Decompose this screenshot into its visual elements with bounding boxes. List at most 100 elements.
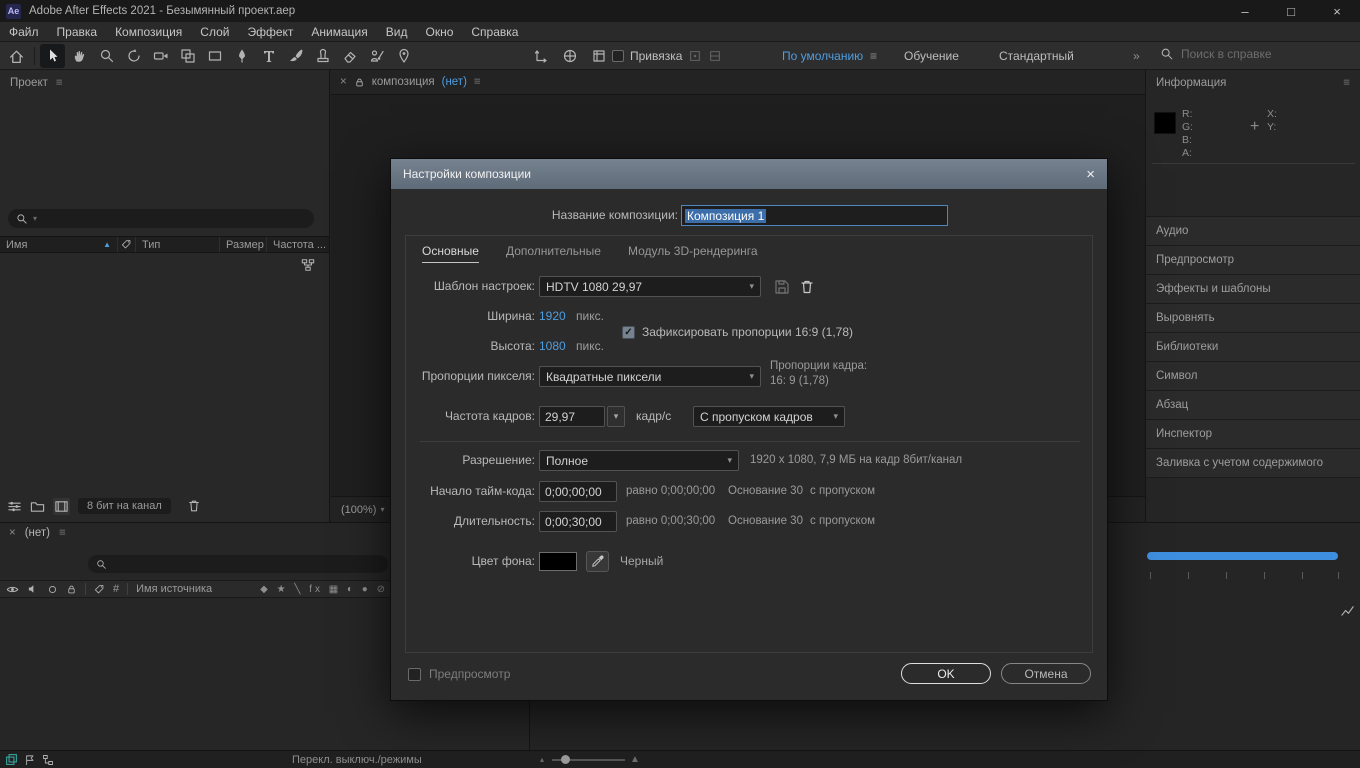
close-button[interactable]: × xyxy=(1314,0,1360,22)
tab-close-icon[interactable]: × xyxy=(9,527,16,539)
cancel-button[interactable]: Отмена xyxy=(1001,663,1091,684)
help-search[interactable]: Поиск в справке xyxy=(1160,47,1272,61)
menu-window[interactable]: Окно xyxy=(416,25,462,39)
clone-stamp-tool[interactable] xyxy=(310,44,335,68)
pixel-aspect-dropdown[interactable]: Квадратные пиксели ▾ xyxy=(539,366,761,387)
pen-tool[interactable] xyxy=(229,44,254,68)
hand-tool[interactable] xyxy=(67,44,92,68)
frame-rate-input[interactable]: 29,97 xyxy=(539,406,605,427)
delete-preset-button[interactable] xyxy=(797,277,817,297)
bg-color-swatch[interactable] xyxy=(539,552,577,571)
workspace-tab-standard[interactable]: Стандартный xyxy=(999,49,1074,63)
flag-status-icon[interactable] xyxy=(24,754,36,766)
eyedropper-button[interactable] xyxy=(586,551,609,572)
project-search-input[interactable]: ▾ xyxy=(8,209,314,228)
menu-composition[interactable]: Композиция xyxy=(106,25,191,39)
column-source-name[interactable]: Имя источника xyxy=(136,583,212,595)
section-effects-presets[interactable]: Эффекты и шаблоны xyxy=(1146,275,1360,304)
section-audio[interactable]: Аудио xyxy=(1146,217,1360,246)
workspace-tab-learn[interactable]: Обучение xyxy=(904,49,959,63)
section-character[interactable]: Символ xyxy=(1146,362,1360,391)
zoom-slider-knob[interactable] xyxy=(561,755,570,764)
new-folder-icon[interactable] xyxy=(30,499,45,514)
frame-rate-dropdown-button[interactable]: ▾ xyxy=(607,406,625,427)
solo-icon[interactable] xyxy=(47,584,58,595)
zoom-out-mountain-icon[interactable]: ▴ xyxy=(540,755,544,764)
timeline-search-input[interactable] xyxy=(88,555,388,573)
column-name[interactable]: Имя ▲ xyxy=(0,237,118,252)
column-type[interactable]: Тип xyxy=(136,237,220,252)
puppet-pin-tool[interactable] xyxy=(391,44,416,68)
home-tool[interactable] xyxy=(4,44,29,68)
project-menu-icon[interactable]: ≡ xyxy=(56,77,63,89)
section-content-aware-fill[interactable]: Заливка с учетом содержимого xyxy=(1146,449,1360,478)
workspace-tab-default[interactable]: По умолчанию xyxy=(782,49,863,63)
tab-advanced[interactable]: Дополнительные xyxy=(506,244,601,263)
column-number[interactable]: # xyxy=(113,583,119,595)
lock-aspect-checkbox[interactable]: ✓ xyxy=(622,325,635,339)
duration-input[interactable]: 0;00;30;00 xyxy=(539,511,617,532)
zoom-in-mountain-icon[interactable]: ▲ xyxy=(630,754,640,765)
local-axis-mode-icon[interactable] xyxy=(528,44,553,68)
ok-button[interactable]: OK xyxy=(901,663,991,684)
project-flowchart-icon[interactable] xyxy=(301,258,315,272)
menu-view[interactable]: Вид xyxy=(377,25,417,39)
minimize-button[interactable]: – xyxy=(1222,0,1268,22)
flowchart-status-icon[interactable] xyxy=(42,754,54,766)
info-menu-icon[interactable]: ≡ xyxy=(1343,77,1350,89)
preview-checkbox[interactable] xyxy=(408,667,421,681)
roto-brush-tool[interactable] xyxy=(364,44,389,68)
pan-behind-tool[interactable] xyxy=(175,44,200,68)
start-timecode-input[interactable]: 0;00;00;00 xyxy=(539,481,617,502)
bit-depth-well[interactable]: 8 бит на канал xyxy=(78,498,171,514)
tab-close-icon[interactable]: × xyxy=(340,76,347,88)
section-paragraph[interactable]: Абзац xyxy=(1146,391,1360,420)
menu-file[interactable]: Файл xyxy=(0,25,48,39)
menu-help[interactable]: Справка xyxy=(462,25,527,39)
workspace-overflow-icon[interactable]: » xyxy=(1133,49,1140,63)
layers-status-icon[interactable] xyxy=(5,753,18,766)
snap-guides-icon[interactable] xyxy=(708,49,722,63)
column-framerate[interactable]: Частота ... xyxy=(267,237,329,252)
dialog-titlebar[interactable]: Настройки композиции × xyxy=(391,159,1107,189)
viewer-menu-icon[interactable]: ≡ xyxy=(474,76,481,88)
lock-icon[interactable] xyxy=(66,584,77,595)
resolution-dropdown[interactable]: Полное ▾ xyxy=(539,450,739,471)
column-label-color[interactable] xyxy=(118,237,136,252)
save-preset-button[interactable] xyxy=(772,277,792,297)
shape-tool[interactable] xyxy=(202,44,227,68)
eye-icon[interactable] xyxy=(6,583,19,596)
menu-effect[interactable]: Эффект xyxy=(238,25,302,39)
section-libraries[interactable]: Библиотеки xyxy=(1146,333,1360,362)
tab-3d-renderer[interactable]: Модуль 3D-рендеринга xyxy=(628,244,758,263)
drop-frame-dropdown[interactable]: С пропуском кадров ▾ xyxy=(693,406,845,427)
zoom-level-dropdown[interactable]: (100%) xyxy=(341,504,376,516)
preset-dropdown[interactable]: HDTV 1080 29,97 ▾ xyxy=(539,276,761,297)
menu-edit[interactable]: Правка xyxy=(48,25,107,39)
composition-name-input[interactable]: Композиция 1 xyxy=(681,205,948,226)
type-tool[interactable] xyxy=(256,44,281,68)
snap-checkbox[interactable] xyxy=(612,50,624,62)
workspace-menu-icon[interactable]: ≡ xyxy=(870,49,877,63)
camera-tool[interactable] xyxy=(148,44,173,68)
view-axis-mode-icon[interactable] xyxy=(586,44,611,68)
tag-icon[interactable] xyxy=(94,584,105,595)
dialog-close-icon[interactable]: × xyxy=(1086,167,1095,182)
audio-icon[interactable] xyxy=(27,583,39,595)
trash-icon[interactable] xyxy=(187,499,201,513)
snap-features-icon[interactable] xyxy=(688,49,702,63)
column-size[interactable]: Размер xyxy=(220,237,267,252)
orbit-camera-tool[interactable] xyxy=(121,44,146,68)
brush-tool[interactable] xyxy=(283,44,308,68)
timeline-menu-icon[interactable]: ≡ xyxy=(59,527,66,539)
section-preview[interactable]: Предпросмотр xyxy=(1146,246,1360,275)
layer-switches-icons[interactable]: ◆ ★ ╲ fx ▦ ◐ ● ⊘ xyxy=(260,584,388,595)
section-inspector[interactable]: Инспектор xyxy=(1146,420,1360,449)
selection-tool[interactable] xyxy=(40,44,65,68)
graph-editor-icon[interactable] xyxy=(1340,603,1355,618)
composition-tab[interactable]: × композиция (нет) ≡ xyxy=(331,70,1145,95)
interpret-footage-icon[interactable] xyxy=(7,499,22,514)
zoom-tool[interactable] xyxy=(94,44,119,68)
maximize-button[interactable]: □ xyxy=(1268,0,1314,22)
menu-layer[interactable]: Слой xyxy=(191,25,238,39)
